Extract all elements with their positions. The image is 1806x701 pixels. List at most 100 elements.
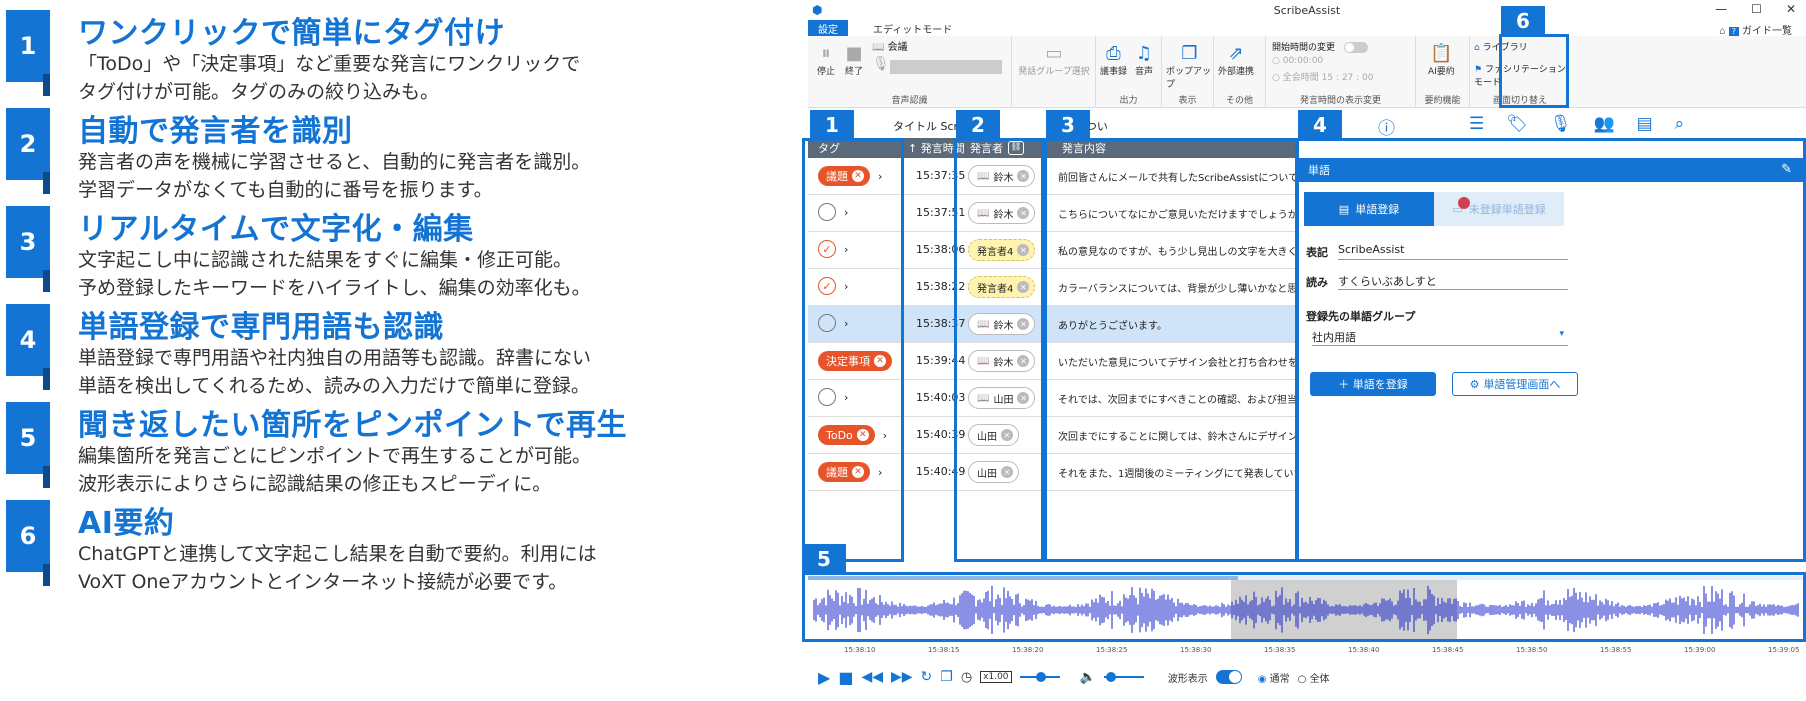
speaker-assign-icon[interactable]: 👥 (1593, 114, 1614, 139)
info-icon[interactable]: ⓘ (1378, 114, 1395, 139)
window-controls: — ☐ ✕ (1715, 2, 1796, 16)
feature-description: ChatGPTと連携して文字起こし結果を自動で要約。利用には VoXT Oneア… (78, 540, 597, 596)
callout-number-5: 5 (802, 544, 846, 574)
feature-item: 3 リアルタイムで文字化・編集 文字起こし中に認識された結果をすぐに編集・修正可… (0, 206, 720, 299)
total-time-radio[interactable]: ○ 全会時間 15 : 27 : 00 (1272, 70, 1374, 83)
music-icon: ♫ (1135, 42, 1153, 64)
meeting-label: 会議 (887, 42, 908, 53)
fast-forward-icon[interactable]: ▶▶ (891, 669, 913, 685)
group-label: 発言時間の表示変更 (1299, 96, 1381, 106)
stop-icon[interactable]: ■ (838, 668, 853, 687)
hour-field[interactable]: 15 (1322, 73, 1333, 83)
feature-description: 編集箇所を発言ごとにピンポイントで再生することが可能。 波形表示によりさらに認識… (78, 442, 591, 498)
utterance-group-select-label: 発話グループ選択 (1018, 67, 1090, 77)
word-register-icon[interactable]: ▤ (1637, 114, 1653, 139)
facilitation-icon: ⚑ (1474, 65, 1483, 75)
feature-description: 文字起こし中に認識された結果をすぐに編集・修正可能。 予め登録したキーワードをハ… (78, 246, 591, 302)
ai-summary-label: AI要約 (1428, 67, 1455, 77)
title-toolbar: ⓘ ☰ 🏷 🎙 👥 ▤ ⌕ (1378, 114, 1684, 139)
ribbon-group-display: ❐ ポップアップ 表示 (1162, 36, 1214, 108)
app-logo-icon: ⬢ (812, 3, 823, 17)
callout-box-1 (802, 138, 904, 562)
feature-item: 4 単語登録で専門用語も認識 単語登録で専門用語や社内独自の用語等も認識。辞書に… (0, 304, 720, 397)
feature-description: 単語登録で専門用語や社内独自の用語等も認識。辞書にない 単語を検出してくれるため… (78, 344, 591, 400)
feature-desc-line-2: 単語を検出してくれるため、読みの入力だけで簡単に登録。 (78, 375, 590, 397)
close-icon[interactable]: ✕ (1786, 2, 1796, 16)
repeat-icon[interactable]: ↻ (921, 669, 933, 685)
end-button[interactable]: ■ 終了 (842, 42, 866, 78)
feature-number-badge: 1 (6, 10, 50, 96)
guide-link[interactable]: ⌂ ? ガイド一覧 (1719, 22, 1792, 37)
feature-item: 5 聞き返したい箇所をピンポイントで再生 編集箇所を発言ごとにピンポイントで再生… (0, 402, 720, 495)
end-label: 終了 (844, 67, 863, 77)
timeline-tick-label: 15:38:50 (1516, 646, 1548, 654)
timeline-tick-label: 15:38:10 (844, 646, 876, 654)
external-label: 外部連携 (1218, 67, 1255, 77)
tag-icon[interactable]: 🏷 (1506, 114, 1528, 139)
all-label: 全体 (1309, 673, 1330, 685)
menu-bar: 設定 エディットモード ⌂ ? ガイド一覧 (808, 20, 1806, 37)
feature-desc-line-2: 学習データがなくても自動的に番号を振ります。 (78, 179, 493, 201)
play-icon[interactable]: ▶ (818, 668, 830, 687)
page: 1 ワンクリックで簡単にタグ付け 「ToDo」や「決定事項」など重要な発言にワン… (0, 0, 1806, 701)
tab-edit-mode[interactable]: エディットモード (863, 20, 962, 36)
timeline-tick-label: 15:39:00 (1684, 646, 1716, 654)
tab-settings[interactable]: 設定 (808, 20, 848, 36)
stop-button[interactable]: ⏸ 停止 (814, 42, 838, 78)
utterance-group-select-button[interactable]: ▭ 発話グループ選択 (1018, 42, 1090, 78)
timeline-tick-label: 15:38:45 (1432, 646, 1464, 654)
wave-display-toggle[interactable] (1215, 670, 1242, 684)
radio-all[interactable]: ○ 全体 (1298, 670, 1330, 685)
feature-number: 1 (6, 10, 50, 82)
callout-number-3: 3 (1046, 110, 1090, 140)
meeting-select[interactable]: 📖 会議 (872, 38, 908, 53)
second-field[interactable]: 00 (1362, 73, 1373, 83)
group-label: 出力 (1119, 96, 1138, 106)
feature-number-badge: 5 (6, 402, 50, 488)
feature-title: 自動で発言者を識別 (78, 114, 353, 149)
volume-slider[interactable] (1103, 672, 1144, 682)
ribbon-group-other: ⇗ 外部連携 その他 (1214, 36, 1266, 108)
ribbon-group-output: ⎙ 議事録 ♫ 音声 出力 (1096, 36, 1162, 108)
audio-button[interactable]: ♫ 音声 (1132, 42, 1156, 78)
total-time-label: 全会時間 (1282, 73, 1319, 83)
feature-desc-line-2: VoXT Oneアカウントとインターネット接続が必要です。 (78, 571, 568, 593)
search-icon[interactable]: ⌕ (1675, 114, 1685, 139)
timeline-tick-label: 15:38:20 (1012, 646, 1044, 654)
library-icon: ⌂ (1474, 43, 1480, 53)
speed-value[interactable]: x1.00 (980, 671, 1012, 683)
timeline-ruler: 15:38:10 15:38:15 15:38:20 15:38:25 15:38:30… (808, 644, 1806, 660)
external-button[interactable]: ⇗ 外部連携 (1218, 42, 1255, 78)
feature-number: 5 (6, 402, 50, 474)
speed-slider[interactable] (1019, 672, 1060, 682)
feature-title: リアルタイムで文字化・編集 (78, 212, 474, 247)
time-value-radio[interactable]: ○ 00:00:00 (1272, 56, 1323, 66)
feature-title: 単語登録で専門用語も認識 (78, 310, 444, 345)
minimize-icon[interactable]: — (1715, 2, 1727, 16)
normal-label: 通常 (1269, 673, 1290, 685)
copy-icon[interactable]: ❐ (940, 669, 953, 685)
feature-desc-line-1: 編集箇所を発言ごとにピンポイントで再生することが可能。 (78, 445, 592, 467)
start-time-toggle[interactable] (1343, 42, 1368, 53)
minutes-button[interactable]: ⎙ 議事録 (1100, 42, 1127, 78)
callout-number-1: 1 (810, 110, 854, 140)
callout-box-2 (954, 138, 1044, 562)
ai-summary-button[interactable]: 📋 AI要約 (1428, 42, 1455, 78)
feature-description: 発言者の声を機械に学習させると、自動的に発言者を識別。 学習データがなくても自動… (78, 148, 590, 204)
minute-field[interactable]: 27 (1342, 73, 1353, 83)
feature-number-badge: 6 (6, 500, 50, 586)
feature-number-badge: 3 (6, 206, 50, 292)
callout-box-5 (802, 572, 1806, 642)
popup-button[interactable]: ❐ ポップアップ (1166, 42, 1213, 91)
radio-normal[interactable]: ◉ 通常 (1258, 670, 1290, 685)
timeline-tick-label: 15:39:05 (1768, 646, 1800, 654)
mic-add-icon[interactable]: 🎙 (1550, 114, 1572, 139)
callout-number-2: 2 (956, 110, 1000, 140)
feature-number: 6 (6, 500, 50, 572)
filter-icon[interactable]: ☰ (1469, 114, 1484, 139)
feature-number-badge: 2 (6, 108, 50, 194)
badge-tail (43, 270, 50, 292)
wave-display-label: 波形表示 (1167, 673, 1208, 685)
rewind-icon[interactable]: ◀◀ (861, 669, 883, 685)
maximize-icon[interactable]: ☐ (1751, 2, 1762, 16)
